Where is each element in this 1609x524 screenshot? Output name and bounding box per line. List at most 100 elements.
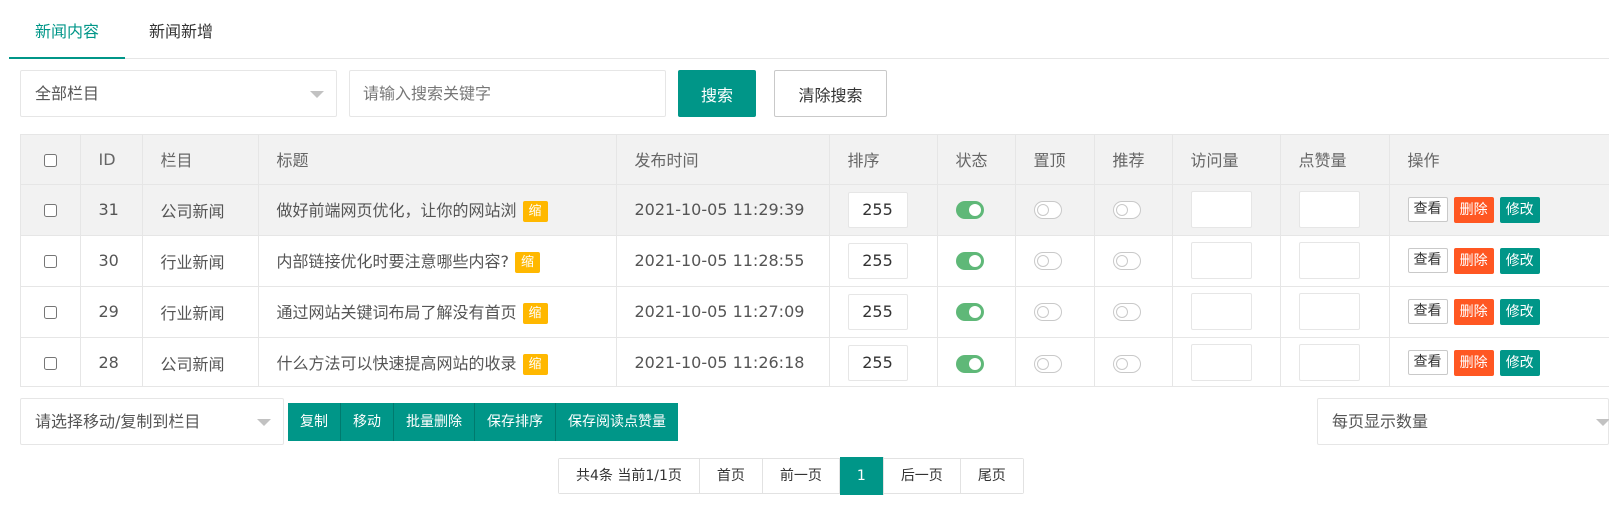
top-toggle[interactable] — [1033, 252, 1062, 271]
tab-bar: 新闻内容 新闻新增 — [9, 0, 1609, 59]
status-toggle[interactable] — [955, 252, 984, 271]
news-table: ID 栏目 标题 发布时间 排序 状态 置顶 推荐 访问量 点赞量 操作 31 公… — [20, 134, 1609, 387]
cell-top — [1015, 286, 1095, 338]
views-input[interactable] — [1190, 191, 1252, 228]
switch-knob — [1115, 306, 1128, 319]
next-page-button[interactable]: 后一页 — [883, 459, 961, 493]
move-copy-category-select[interactable]: 请选择移动/复制到栏目 — [20, 398, 284, 445]
tab-news-add[interactable]: 新闻新增 — [125, 0, 237, 59]
row-checkbox[interactable] — [43, 255, 57, 268]
news-title-link[interactable]: 什么方法可以快速提高网站的收录 — [277, 354, 517, 373]
sort-input[interactable] — [847, 344, 908, 381]
search-button[interactable]: 搜索 — [678, 70, 756, 117]
switch-knob — [1036, 357, 1049, 370]
header-actions: 操作 — [1389, 135, 1609, 185]
switch-knob — [1036, 204, 1049, 217]
recommend-toggle[interactable] — [1112, 201, 1141, 220]
view-button[interactable]: 查看 — [1407, 350, 1448, 376]
switch-knob — [968, 204, 981, 217]
page-size-select-value: 每页显示数量 — [1332, 412, 1429, 431]
likes-input[interactable] — [1298, 293, 1360, 330]
header-sort: 排序 — [829, 135, 938, 185]
category-select[interactable]: 全部栏目 — [20, 70, 337, 117]
news-title-link[interactable]: 内部链接优化时要注意哪些内容? — [277, 252, 510, 271]
first-page-button[interactable]: 首页 — [699, 459, 763, 493]
save-views-likes-button[interactable]: 保存阅读点赞量 — [556, 403, 678, 441]
status-toggle[interactable] — [955, 354, 984, 373]
status-toggle[interactable] — [955, 201, 984, 220]
edit-button[interactable]: 修改 — [1499, 298, 1540, 325]
views-input[interactable] — [1190, 344, 1252, 382]
thumbnail-badge: 缩 — [522, 303, 548, 324]
likes-input[interactable] — [1298, 344, 1360, 382]
cell-recommend — [1094, 286, 1173, 338]
header-status: 状态 — [937, 135, 1016, 185]
sort-input[interactable] — [847, 242, 908, 279]
cell-status — [937, 235, 1016, 287]
cell-category: 行业新闻 — [142, 235, 259, 287]
cell-likes — [1280, 286, 1390, 338]
edit-button[interactable]: 修改 — [1499, 247, 1540, 274]
sort-input[interactable] — [847, 191, 908, 228]
batch-delete-button[interactable]: 批量删除 — [394, 403, 475, 441]
edit-button[interactable]: 修改 — [1499, 349, 1540, 376]
switch-knob — [1115, 255, 1128, 268]
cell-recommend — [1094, 235, 1173, 287]
likes-input[interactable] — [1298, 242, 1360, 279]
cell-top — [1015, 337, 1095, 386]
view-button[interactable]: 查看 — [1407, 299, 1448, 324]
tab-news-content[interactable]: 新闻内容 — [9, 0, 125, 59]
select-all-checkbox[interactable] — [43, 153, 57, 167]
cell-publish-time: 2021-10-05 11:28:55 — [616, 235, 830, 287]
header-title: 标题 — [258, 135, 617, 185]
save-sort-button[interactable]: 保存排序 — [475, 403, 556, 441]
move-button[interactable]: 移动 — [341, 403, 394, 441]
cell-likes — [1280, 184, 1390, 236]
status-toggle[interactable] — [955, 303, 984, 322]
cell-views — [1172, 337, 1281, 386]
likes-input[interactable] — [1298, 191, 1360, 228]
delete-button[interactable]: 删除 — [1453, 196, 1494, 223]
news-title-link[interactable]: 通过网站关键词布局了解没有首页 — [277, 303, 517, 322]
views-input[interactable] — [1190, 242, 1252, 279]
last-page-button[interactable]: 尾页 — [960, 459, 1023, 493]
view-button[interactable]: 查看 — [1407, 197, 1448, 222]
chevron-down-icon — [310, 91, 324, 98]
copy-button[interactable]: 复制 — [288, 403, 341, 441]
cell-publish-time: 2021-10-05 11:29:39 — [616, 184, 830, 236]
views-input[interactable] — [1190, 293, 1252, 330]
news-title-link[interactable]: 做好前端网页优化，让你的网站浏 — [277, 201, 517, 220]
top-toggle[interactable] — [1033, 354, 1062, 373]
delete-button[interactable]: 删除 — [1453, 349, 1494, 376]
page-size-select[interactable]: 每页显示数量 — [1317, 398, 1609, 445]
delete-button[interactable]: 删除 — [1453, 247, 1494, 274]
row-checkbox[interactable] — [43, 204, 57, 217]
cell-top — [1015, 235, 1095, 287]
view-button[interactable]: 查看 — [1407, 248, 1448, 273]
recommend-toggle[interactable] — [1112, 252, 1141, 271]
delete-button[interactable]: 删除 — [1453, 298, 1494, 325]
table-row: 31 公司新闻 做好前端网页优化，让你的网站浏缩 2021-10-05 11:29:3… — [21, 184, 1609, 236]
header-publish-time: 发布时间 — [616, 135, 830, 185]
top-toggle[interactable] — [1033, 303, 1062, 322]
category-select-value: 全部栏目 — [35, 84, 100, 103]
cell-status — [937, 286, 1016, 338]
current-page-button[interactable]: 1 — [839, 457, 884, 495]
switch-knob — [968, 357, 981, 370]
thumbnail-badge: 缩 — [522, 201, 548, 222]
cell-category: 公司新闻 — [142, 184, 259, 236]
prev-page-button[interactable]: 前一页 — [762, 459, 840, 493]
recommend-toggle[interactable] — [1112, 303, 1141, 322]
cell-title: 做好前端网页优化，让你的网站浏缩 — [258, 184, 617, 236]
sort-input[interactable] — [847, 293, 908, 330]
cell-title: 什么方法可以快速提高网站的收录缩 — [258, 337, 617, 386]
clear-search-button[interactable]: 清除搜索 — [774, 70, 887, 117]
search-input[interactable] — [349, 70, 666, 117]
top-toggle[interactable] — [1033, 201, 1062, 220]
cell-views — [1172, 184, 1281, 236]
edit-button[interactable]: 修改 — [1499, 196, 1540, 223]
row-checkbox[interactable] — [43, 306, 57, 319]
cell-sort — [829, 235, 938, 287]
recommend-toggle[interactable] — [1112, 354, 1141, 373]
row-checkbox[interactable] — [43, 357, 57, 371]
